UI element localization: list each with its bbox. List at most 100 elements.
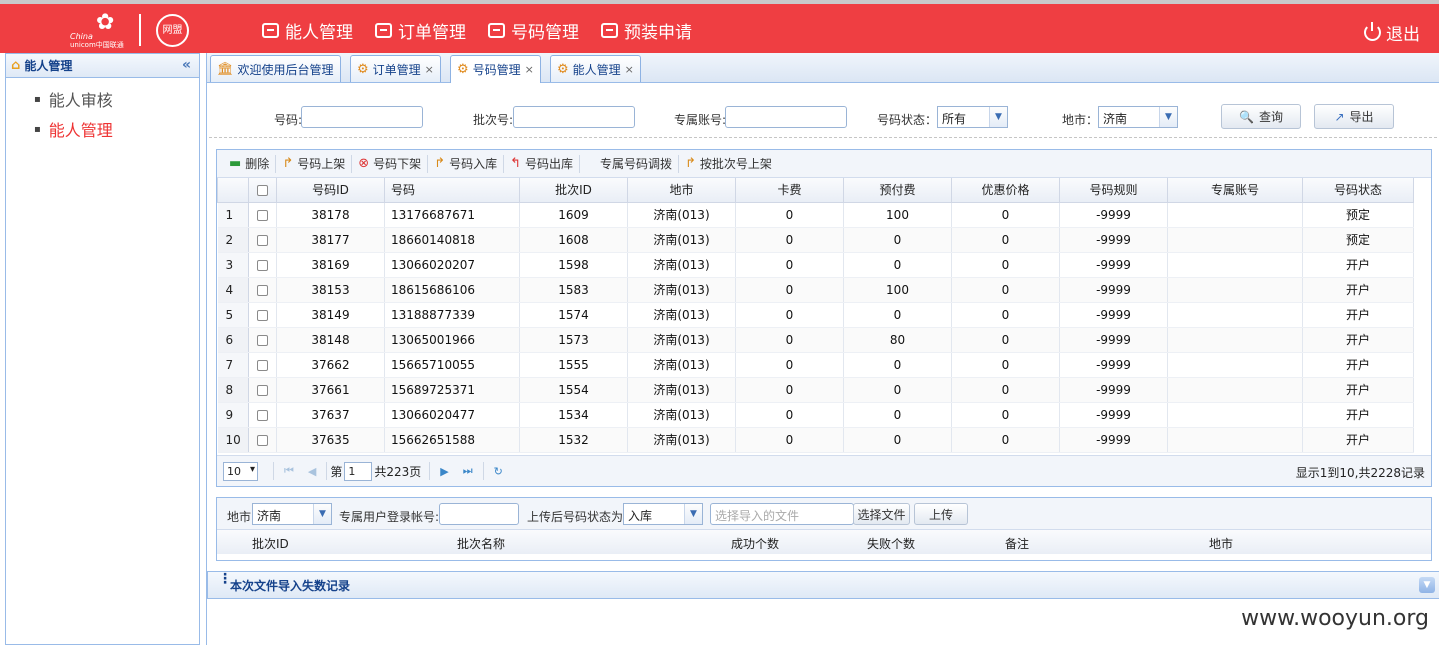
- table-row[interactable]: 2 38177 18660140818 1608 济南(013) 0 0 0 -9999 预定: [217, 227, 1414, 253]
- table-cell: -9999: [1059, 402, 1168, 428]
- column-header[interactable]: 地市: [627, 178, 736, 203]
- page-size-select[interactable]: 10: [223, 461, 258, 481]
- topnav-order-management[interactable]: 订单管理: [375, 18, 466, 43]
- column-header[interactable]: 号码状态: [1302, 178, 1414, 203]
- upload-status-select[interactable]: 入库 ▼: [623, 503, 703, 525]
- refresh-icon[interactable]: ↻: [494, 465, 503, 478]
- table-row[interactable]: 10 37635 15662651588 1532 济南(013) 0 0 0 -9999 开户: [217, 427, 1414, 453]
- row-checkbox[interactable]: [257, 334, 268, 346]
- city-select[interactable]: 济南 ▼: [1098, 106, 1178, 128]
- column-header[interactable]: 成功个数: [731, 535, 779, 552]
- unshelve-button[interactable]: ⊗ 号码下架: [352, 153, 427, 175]
- expand-icon[interactable]: ▼: [1419, 577, 1435, 593]
- topnav-preinstall-application[interactable]: 预装申请: [601, 18, 692, 43]
- row-checkbox[interactable]: [257, 284, 268, 296]
- sidebar-collapse-icon[interactable]: «: [182, 57, 191, 73]
- upload-button[interactable]: 上传: [914, 503, 968, 525]
- stock-in-button[interactable]: ↱ 号码入库: [428, 153, 503, 175]
- column-header[interactable]: 失败个数: [867, 535, 915, 552]
- column-header[interactable]: 批次名称: [457, 535, 505, 552]
- import-failure-panel[interactable]: ⋮ 本次文件导入失数记录 ▼: [207, 571, 1439, 599]
- column-header[interactable]: 批次ID: [519, 178, 628, 203]
- row-select-cell[interactable]: [248, 252, 277, 278]
- column-header[interactable]: 地市: [1209, 535, 1233, 552]
- sidebar-item-talent-review[interactable]: ▪ 能人审核: [6, 84, 199, 114]
- table-cell: 1554: [519, 377, 628, 403]
- batch-input[interactable]: [513, 106, 635, 128]
- upload-account-label: 专属用户登录帐号:: [339, 510, 440, 524]
- row-select-cell[interactable]: [248, 277, 277, 303]
- select-all-header[interactable]: [248, 178, 277, 203]
- tab-number-management[interactable]: ⚙ 号码管理 ×: [450, 55, 541, 83]
- table-row[interactable]: 7 37662 15665710055 1555 济南(013) 0 0 0 -9999 开户: [217, 352, 1414, 378]
- table-row[interactable]: 5 38149 13188877339 1574 济南(013) 0 0 0 -9999 开户: [217, 302, 1414, 328]
- row-select-cell[interactable]: [248, 402, 277, 428]
- table-row[interactable]: 8 37661 15689725371 1554 济南(013) 0 0 0 -9999 开户: [217, 377, 1414, 403]
- column-header[interactable]: 卡费: [735, 178, 844, 203]
- column-header[interactable]: 批次ID: [252, 535, 289, 552]
- stock-out-button[interactable]: ↰ 号码出库: [504, 153, 579, 175]
- table-row[interactable]: 6 38148 13065001966 1573 济南(013) 0 80 0 -9999 开户: [217, 327, 1414, 353]
- table-row[interactable]: 3 38169 13066020207 1598 济南(013) 0 0 0 -9999 开户: [217, 252, 1414, 278]
- delete-button[interactable]: ▬ 删除: [223, 153, 275, 175]
- table-row[interactable]: 4 38153 18615686106 1583 济南(013) 0 100 0 -9999 开户: [217, 277, 1414, 303]
- row-checkbox[interactable]: [257, 384, 268, 396]
- select-all-checkbox[interactable]: [257, 184, 268, 196]
- close-icon[interactable]: ×: [625, 63, 634, 76]
- export-button[interactable]: ↗ 导出: [1314, 104, 1394, 129]
- column-header[interactable]: 号码ID: [276, 178, 385, 203]
- row-checkbox[interactable]: [257, 209, 268, 221]
- column-header[interactable]: 优惠价格: [951, 178, 1060, 203]
- tab-welcome[interactable]: 🏛 欢迎使用后台管理: [210, 55, 341, 82]
- column-header[interactable]: 号码规则: [1059, 178, 1168, 203]
- sidebar-item-talent-management[interactable]: ▪ 能人管理: [6, 114, 199, 144]
- batch-shelve-button[interactable]: ↱ 按批次号上架: [679, 153, 778, 175]
- row-select-cell[interactable]: [248, 427, 277, 453]
- column-header[interactable]: 预付费: [843, 178, 952, 203]
- first-page-icon[interactable]: ⏮: [284, 464, 294, 478]
- topnav-talent-management[interactable]: 能人管理: [262, 18, 353, 43]
- row-checkbox[interactable]: [257, 309, 268, 321]
- exclusive-transfer-button[interactable]: 专属号码调拨: [580, 153, 678, 175]
- number-table: 号码ID 号码 批次ID 地市 卡费 预付费 优惠价格 号码规则 专属账号 号码…: [217, 178, 1414, 453]
- row-checkbox[interactable]: [257, 259, 268, 271]
- last-page-icon[interactable]: ⏭: [463, 464, 473, 478]
- row-select-cell[interactable]: [248, 377, 277, 403]
- shelve-button[interactable]: ↱ 号码上架: [276, 153, 351, 175]
- account-input[interactable]: [725, 106, 847, 128]
- row-select-cell[interactable]: [248, 327, 277, 353]
- upload-city-select[interactable]: 济南 ▼: [252, 503, 332, 525]
- row-select-cell[interactable]: [248, 352, 277, 378]
- column-header[interactable]: 号码: [384, 178, 520, 203]
- column-header[interactable]: 专属账号: [1167, 178, 1303, 203]
- table-row[interactable]: 1 38178 13176687671 1609 济南(013) 0 100 0 -9999 预定: [217, 202, 1414, 228]
- query-button[interactable]: 🔍 查询: [1221, 104, 1301, 129]
- close-icon[interactable]: ×: [525, 63, 534, 76]
- tab-order-management[interactable]: ⚙ 订单管理 ×: [350, 55, 441, 82]
- choose-file-button[interactable]: 选择文件: [853, 503, 910, 525]
- column-header[interactable]: 备注: [1005, 535, 1029, 552]
- close-icon[interactable]: ×: [425, 63, 434, 76]
- topnav-number-management[interactable]: 号码管理: [488, 18, 579, 43]
- row-checkbox[interactable]: [257, 234, 268, 246]
- prev-page-icon[interactable]: ◀: [308, 465, 316, 478]
- file-path-input[interactable]: 选择导入的文件: [710, 503, 854, 525]
- table-cell: 0: [951, 427, 1060, 453]
- number-input[interactable]: [301, 106, 423, 128]
- row-select-cell[interactable]: [248, 227, 277, 253]
- logout-button[interactable]: 退出: [1364, 20, 1420, 45]
- row-select-cell[interactable]: [248, 302, 277, 328]
- row-select-cell[interactable]: [248, 202, 277, 228]
- pager-separator: [326, 462, 328, 480]
- table-cell: 0: [951, 227, 1060, 253]
- row-checkbox[interactable]: [257, 434, 268, 446]
- row-checkbox[interactable]: [257, 409, 268, 421]
- tab-talent-management[interactable]: ⚙ 能人管理 ×: [550, 55, 641, 82]
- table-cell: [1167, 427, 1303, 453]
- next-page-icon[interactable]: ▶: [440, 465, 448, 478]
- table-row[interactable]: 9 37637 13066020477 1534 济南(013) 0 0 0 -9999 开户: [217, 402, 1414, 428]
- page-number-input[interactable]: 1: [344, 461, 373, 481]
- status-select[interactable]: 所有 ▼: [937, 106, 1008, 128]
- upload-account-input[interactable]: [439, 503, 519, 525]
- row-checkbox[interactable]: [257, 359, 268, 371]
